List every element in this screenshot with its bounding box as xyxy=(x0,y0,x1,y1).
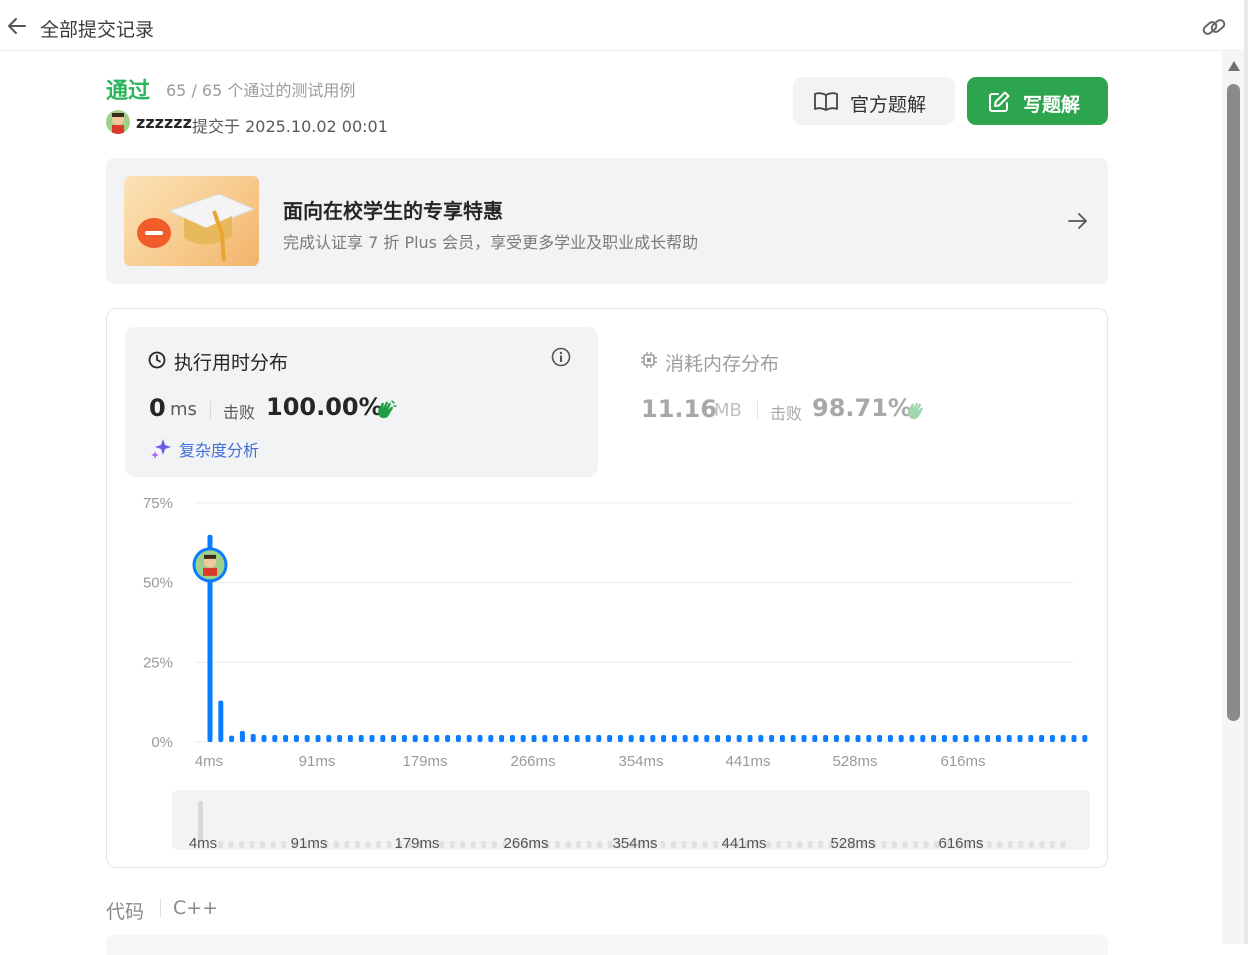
navigator-tick-label: 354ms xyxy=(612,835,657,852)
chart-range-navigator[interactable]: 4ms 91ms 179ms 266ms 354ms 441ms 528ms 616ms xyxy=(107,309,1107,867)
user-name[interactable]: zzzzzz xyxy=(136,113,192,132)
top-bar: 全部提交记录 xyxy=(0,0,1244,51)
scrollbar-thumb[interactable] xyxy=(1227,84,1240,721)
navigator-tick-label: 179ms xyxy=(394,835,439,852)
code-block[interactable] xyxy=(106,935,1108,955)
navigator-bar xyxy=(470,841,476,848)
submit-time: 提交于 2025.10.02 00:01 xyxy=(192,117,388,136)
navigator-bar xyxy=(786,841,792,848)
navigator-bar xyxy=(818,841,824,848)
navigator-tick-label: 616ms xyxy=(938,835,983,852)
navigator-bar xyxy=(660,841,666,848)
navigator-bar xyxy=(333,841,339,848)
navigator-bar xyxy=(260,841,266,848)
navigator-tick-label: 4ms xyxy=(189,835,217,852)
navigator-bar xyxy=(691,841,697,848)
testcase-count: 65 / 65 个通过的测试用例 xyxy=(166,81,356,100)
navigator-bar xyxy=(670,841,676,848)
navigator-bar xyxy=(1039,841,1045,848)
navigator-bar xyxy=(365,841,371,848)
edit-icon xyxy=(989,91,1010,112)
navigator-bar xyxy=(270,841,276,848)
navigator-bar xyxy=(344,841,350,848)
navigator-bar xyxy=(386,841,392,848)
navigator-tick-label: 91ms xyxy=(291,835,328,852)
code-language: C++ xyxy=(173,897,219,919)
navigator-bar xyxy=(797,841,803,848)
promo-subtitle: 完成认证享 7 折 Plus 会员，享受更多学业及职业成长帮助 xyxy=(283,233,699,252)
navigator-bar xyxy=(481,841,487,848)
book-open-icon xyxy=(814,92,838,111)
code-label: 代码 xyxy=(106,901,145,923)
navigator-bar xyxy=(892,841,898,848)
navigator-bar xyxy=(375,841,381,848)
navigator-bar xyxy=(597,841,603,848)
navigator-bar xyxy=(997,841,1003,848)
graduation-cap-illustration xyxy=(124,176,259,266)
navigator-bar xyxy=(681,841,687,848)
navigator-bar xyxy=(1060,841,1066,848)
navigator-bar xyxy=(1028,841,1034,848)
navigator-bar xyxy=(218,841,224,848)
avatar[interactable] xyxy=(106,110,130,134)
student-promo-banner[interactable]: 面向在校学生的专享特惠 完成认证享 7 折 Plus 会员，享受更多学业及职业成… xyxy=(106,158,1108,284)
navigator-bar xyxy=(576,841,582,848)
write-solution-button[interactable]: 写题解 xyxy=(967,77,1108,125)
write-solution-label: 写题解 xyxy=(1023,94,1081,116)
navigator-bar xyxy=(923,841,929,848)
scroll-up-arrow-icon[interactable] xyxy=(1228,61,1240,71)
navigator-bar xyxy=(807,841,813,848)
divider xyxy=(160,899,161,917)
navigator-bar xyxy=(555,841,561,848)
performance-card: 执行用时分布 0 ms 击败 100.00% 复杂度分析 消耗内存分布 11.1… xyxy=(106,308,1108,868)
navigator-tick-label: 528ms xyxy=(830,835,875,852)
navigator-bar xyxy=(776,841,782,848)
navigator-bar xyxy=(565,841,571,848)
link-icon[interactable] xyxy=(1200,13,1228,41)
navigator-bar xyxy=(1049,841,1055,848)
official-solution-label: 官方题解 xyxy=(850,94,927,116)
navigator-bar xyxy=(902,841,908,848)
window-edge xyxy=(1244,0,1248,944)
navigator-bar xyxy=(881,841,887,848)
official-solution-button[interactable]: 官方题解 xyxy=(793,77,955,125)
navigator-bar xyxy=(712,841,718,848)
promo-title: 面向在校学生的专享特惠 xyxy=(283,199,503,223)
navigator-tick-label: 266ms xyxy=(503,835,548,852)
navigator-bar xyxy=(913,841,919,848)
navigator-bar xyxy=(239,841,245,848)
navigator-bar xyxy=(354,841,360,848)
navigator-bar xyxy=(460,841,466,848)
navigator-bar xyxy=(281,841,287,848)
arrow-right-icon[interactable] xyxy=(1067,210,1089,232)
navigator-bar xyxy=(228,841,234,848)
navigator-bar xyxy=(491,841,497,848)
status-label: 通过 xyxy=(106,79,151,104)
navigator-bar xyxy=(1018,841,1024,848)
navigator-bar xyxy=(439,841,445,848)
arrow-left-icon[interactable] xyxy=(6,15,28,37)
navigator-bar xyxy=(449,841,455,848)
page-title: 全部提交记录 xyxy=(40,19,155,41)
navigator-bar xyxy=(249,841,255,848)
navigator-bar xyxy=(702,841,708,848)
navigator-bar xyxy=(986,841,992,848)
navigator-bar xyxy=(586,841,592,848)
navigator-bar xyxy=(1007,841,1013,848)
navigator-tick-label: 441ms xyxy=(721,835,766,852)
